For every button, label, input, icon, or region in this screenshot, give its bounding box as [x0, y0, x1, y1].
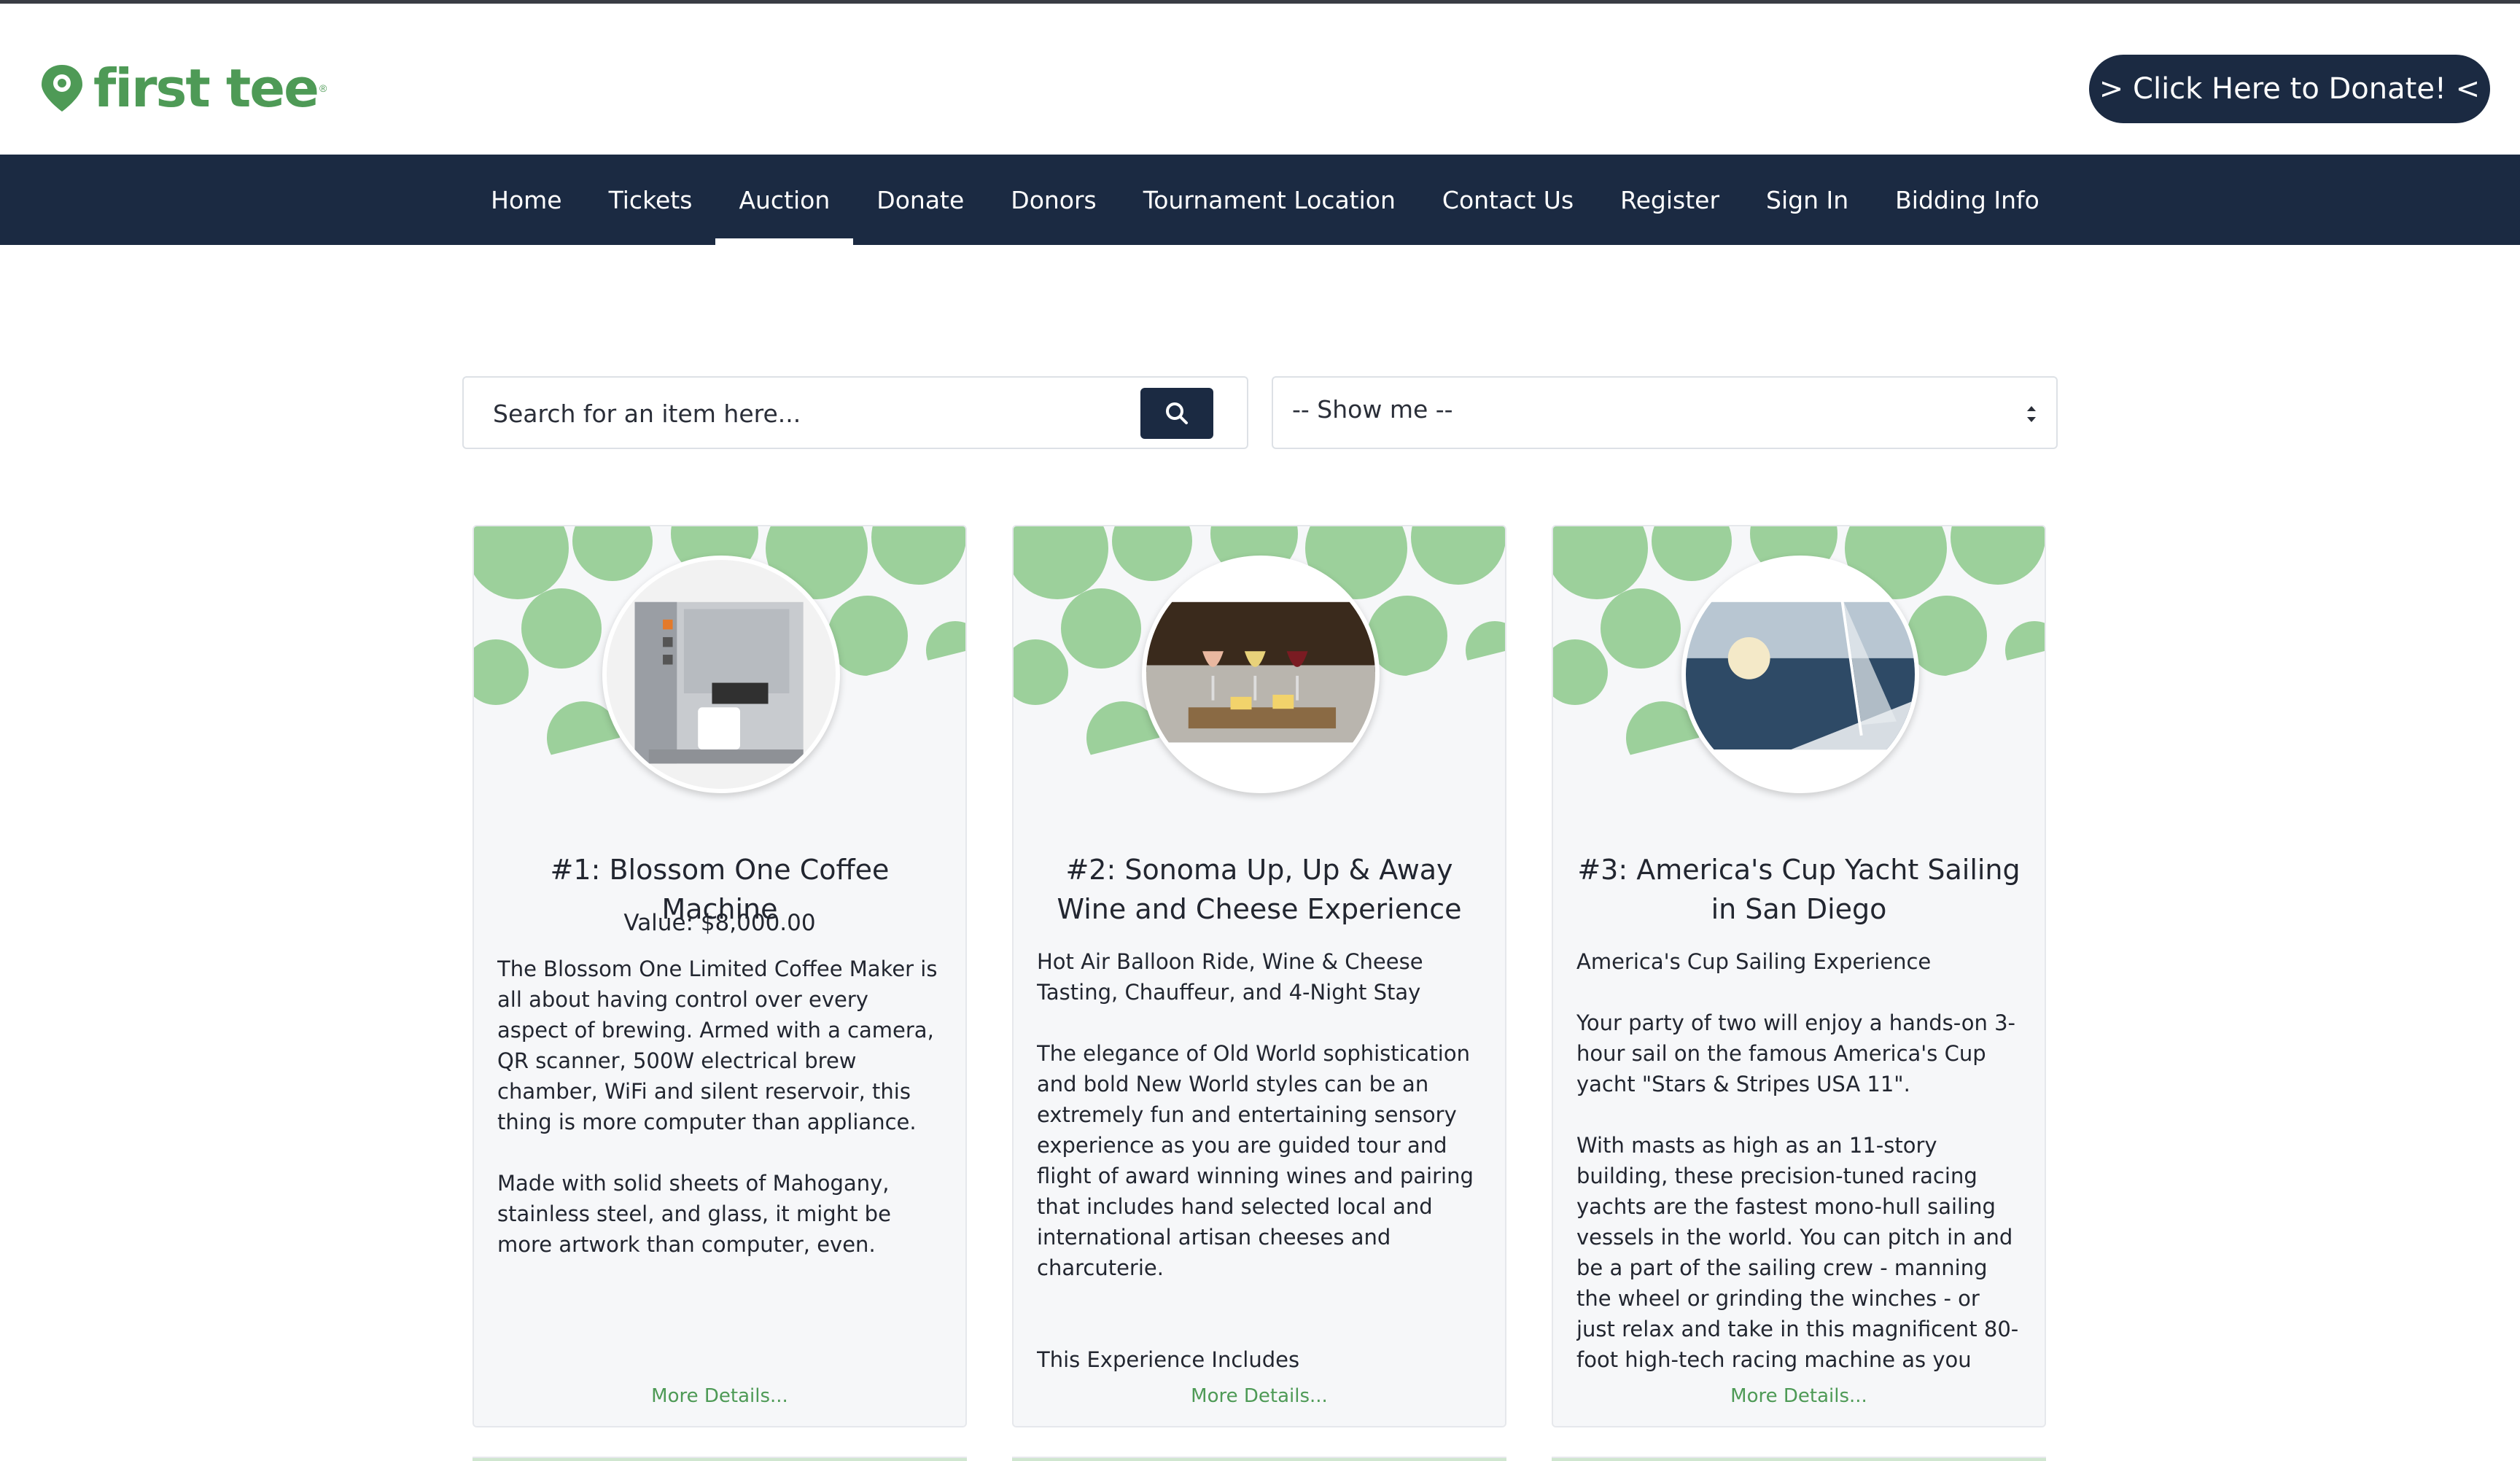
logo-registered-mark: ® — [319, 82, 327, 94]
first-tee-logo[interactable]: first tee ® — [39, 62, 327, 114]
nav-item-donate[interactable]: Donate — [853, 155, 987, 245]
nav-item-donors[interactable]: Donors — [987, 155, 1119, 245]
sailing-yacht-image — [1681, 556, 1919, 793]
search-box — [462, 376, 1248, 449]
logo-pin-icon — [42, 65, 82, 112]
nav-item-sign-in[interactable]: Sign In — [1743, 155, 1872, 245]
auction-item-card[interactable]: #3: America's Cup Yacht Sailing in San D… — [1552, 525, 2046, 1427]
nav-item-bidding-info[interactable]: Bidding Info — [1872, 155, 2063, 245]
nav-item-contact-us[interactable]: Contact Us — [1419, 155, 1597, 245]
auction-item-card[interactable]: #1: Blossom One Coffee Machine Value: $8… — [472, 525, 967, 1427]
more-details-link[interactable]: More Details... — [1553, 1385, 2045, 1407]
nav-item-tickets[interactable]: Tickets — [586, 155, 716, 245]
next-row-card-edge — [472, 1457, 967, 1461]
wine-and-cheese-image — [1142, 556, 1380, 793]
auction-item-card[interactable]: #2: Sonoma Up, Up & Away Wine and Cheese… — [1012, 525, 1506, 1427]
card-description: The Blossom One Limited Coffee Maker is … — [497, 957, 938, 1257]
nav-item-home[interactable]: Home — [467, 155, 585, 245]
card-description: Hot Air Balloon Ride, Wine & Cheese Tast… — [1037, 949, 1474, 1384]
nav-list: Home Tickets Auction Donate Donors Tournament… — [0, 155, 2520, 245]
main-nav: Home Tickets Auction Donate Donors Tournament… — [0, 155, 2520, 245]
nav-item-tournament-location[interactable]: Tournament Location — [1120, 155, 1419, 245]
card-title: #2: Sonoma Up, Up & Away Wine and Cheese… — [1057, 854, 1462, 925]
search-icon — [1166, 402, 1188, 424]
search-input[interactable] — [493, 395, 1120, 432]
nav-item-register[interactable]: Register — [1597, 155, 1743, 245]
logo-wordmark: first tee — [93, 58, 319, 119]
show-me-selected-value: -- Show me -- — [1292, 395, 1453, 424]
search-button[interactable] — [1140, 388, 1213, 439]
next-row-card-edge — [1552, 1457, 2046, 1461]
select-arrows-icon — [2027, 406, 2036, 422]
more-details-link[interactable]: More Details... — [474, 1385, 965, 1407]
card-title: #3: America's Cup Yacht Sailing in San D… — [1577, 854, 2021, 925]
site-header: first tee ® > Click Here to Donate! < — [0, 4, 2520, 155]
card-value: Value: $8,000.00 — [623, 910, 816, 936]
more-details-link[interactable]: More Details... — [1014, 1385, 1505, 1407]
show-me-select[interactable]: -- Show me -- — [1272, 376, 2058, 449]
nav-item-auction[interactable]: Auction — [715, 155, 854, 245]
card-description: America's Cup Sailing Experience Your pa… — [1576, 949, 2019, 1384]
coffee-machine-image — [602, 556, 840, 793]
donate-button[interactable]: > Click Here to Donate! < — [2089, 55, 2490, 123]
next-row-card-edge — [1012, 1457, 1506, 1461]
